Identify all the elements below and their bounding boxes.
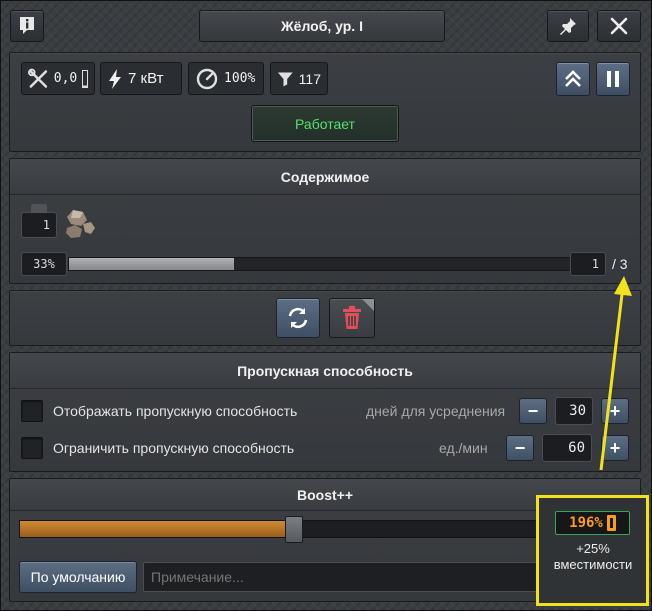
days-value: 30 [569, 403, 586, 419]
default-button[interactable]: По умолчанию [19, 561, 137, 593]
contents-header: Содержимое [10, 159, 640, 195]
item-slot[interactable]: 1 [21, 212, 57, 238]
filter-stat: 117 [270, 62, 328, 95]
status-label: Работает [295, 115, 355, 132]
window-title: Жёлоб, ур. I [281, 18, 363, 34]
filter-value: 117 [298, 70, 321, 87]
efficiency-stat: 100% [188, 62, 264, 95]
throughput-header: Пропускная способность [10, 353, 640, 389]
rocks-icon [66, 210, 95, 238]
capacity-label: / 3 [612, 256, 628, 272]
swap-button[interactable] [276, 298, 320, 338]
rate-label: ед./мин [439, 440, 488, 456]
trash-icon [343, 306, 361, 329]
note-input[interactable] [143, 562, 541, 592]
filter-icon [277, 72, 293, 86]
power-value: 7 кВт [128, 70, 164, 87]
lightning-icon [109, 68, 121, 89]
throughput-stat: 0,0 [21, 62, 95, 95]
pause-icon [607, 71, 619, 87]
power-stat: 7 кВт [100, 62, 182, 95]
title-bar: Жёлоб, ур. I [199, 10, 445, 42]
info-badge-icon[interactable] [606, 515, 616, 531]
level-bar-icon [82, 69, 88, 88]
info-button[interactable] [10, 10, 44, 42]
refresh-icon [288, 307, 308, 329]
fill-bar-track [68, 257, 571, 271]
actions-panel [9, 290, 641, 346]
rate-value: 60 [568, 440, 585, 456]
boost-percent: 196% [569, 515, 603, 531]
annotation-arrow [599, 276, 632, 471]
minus-icon: − [514, 437, 526, 458]
boost-slider-track[interactable] [19, 520, 539, 538]
fill-percent-box: 33% [21, 252, 67, 276]
days-input[interactable]: 30 [555, 397, 593, 425]
show-throughput-label: Отображать пропускную способность [53, 403, 298, 419]
minus-icon: − [527, 400, 539, 421]
close-button[interactable] [597, 10, 641, 42]
days-label: дней для усреднения [366, 403, 506, 419]
boost-slider-fill [20, 521, 290, 537]
boost-title: Boost++ [296, 486, 353, 503]
double-chevron-up-icon [565, 70, 581, 87]
pause-button[interactable] [596, 62, 630, 96]
days-decrement-button[interactable]: − [519, 398, 547, 424]
default-button-label: По умолчанию [30, 569, 126, 585]
boost-slider-handle[interactable] [285, 516, 304, 543]
status-button[interactable]: Работает [251, 105, 399, 142]
tools-icon [28, 68, 48, 88]
contents-title: Содержимое [280, 168, 370, 185]
gauge-icon [196, 68, 218, 89]
fill-bar-fill [69, 258, 235, 270]
pin-icon [560, 18, 576, 35]
fill-percent: 33% [33, 257, 55, 271]
rate-input[interactable]: 60 [542, 434, 592, 462]
close-icon [610, 17, 628, 35]
slot-tab [31, 204, 47, 213]
throughput-value: 0,0 [53, 71, 78, 86]
boost-description: +25% вместимости [553, 541, 633, 572]
boost-percent-box: 196% [555, 511, 630, 535]
slot-count: 1 [42, 218, 50, 232]
rate-decrement-button[interactable]: − [506, 435, 534, 461]
limit-throughput-label: Ограничить пропускную способность [53, 440, 295, 456]
clear-button[interactable] [329, 298, 375, 338]
efficiency-value: 100% [224, 71, 256, 86]
info-icon [20, 17, 34, 34]
throughput-title: Пропускная способность [237, 362, 413, 379]
upgrade-button[interactable] [556, 62, 590, 96]
limit-throughput-checkbox[interactable] [21, 437, 43, 459]
show-throughput-checkbox[interactable] [21, 400, 43, 422]
pin-button[interactable] [547, 10, 589, 42]
current-count: 1 [591, 257, 599, 271]
corner-mark [362, 299, 374, 311]
